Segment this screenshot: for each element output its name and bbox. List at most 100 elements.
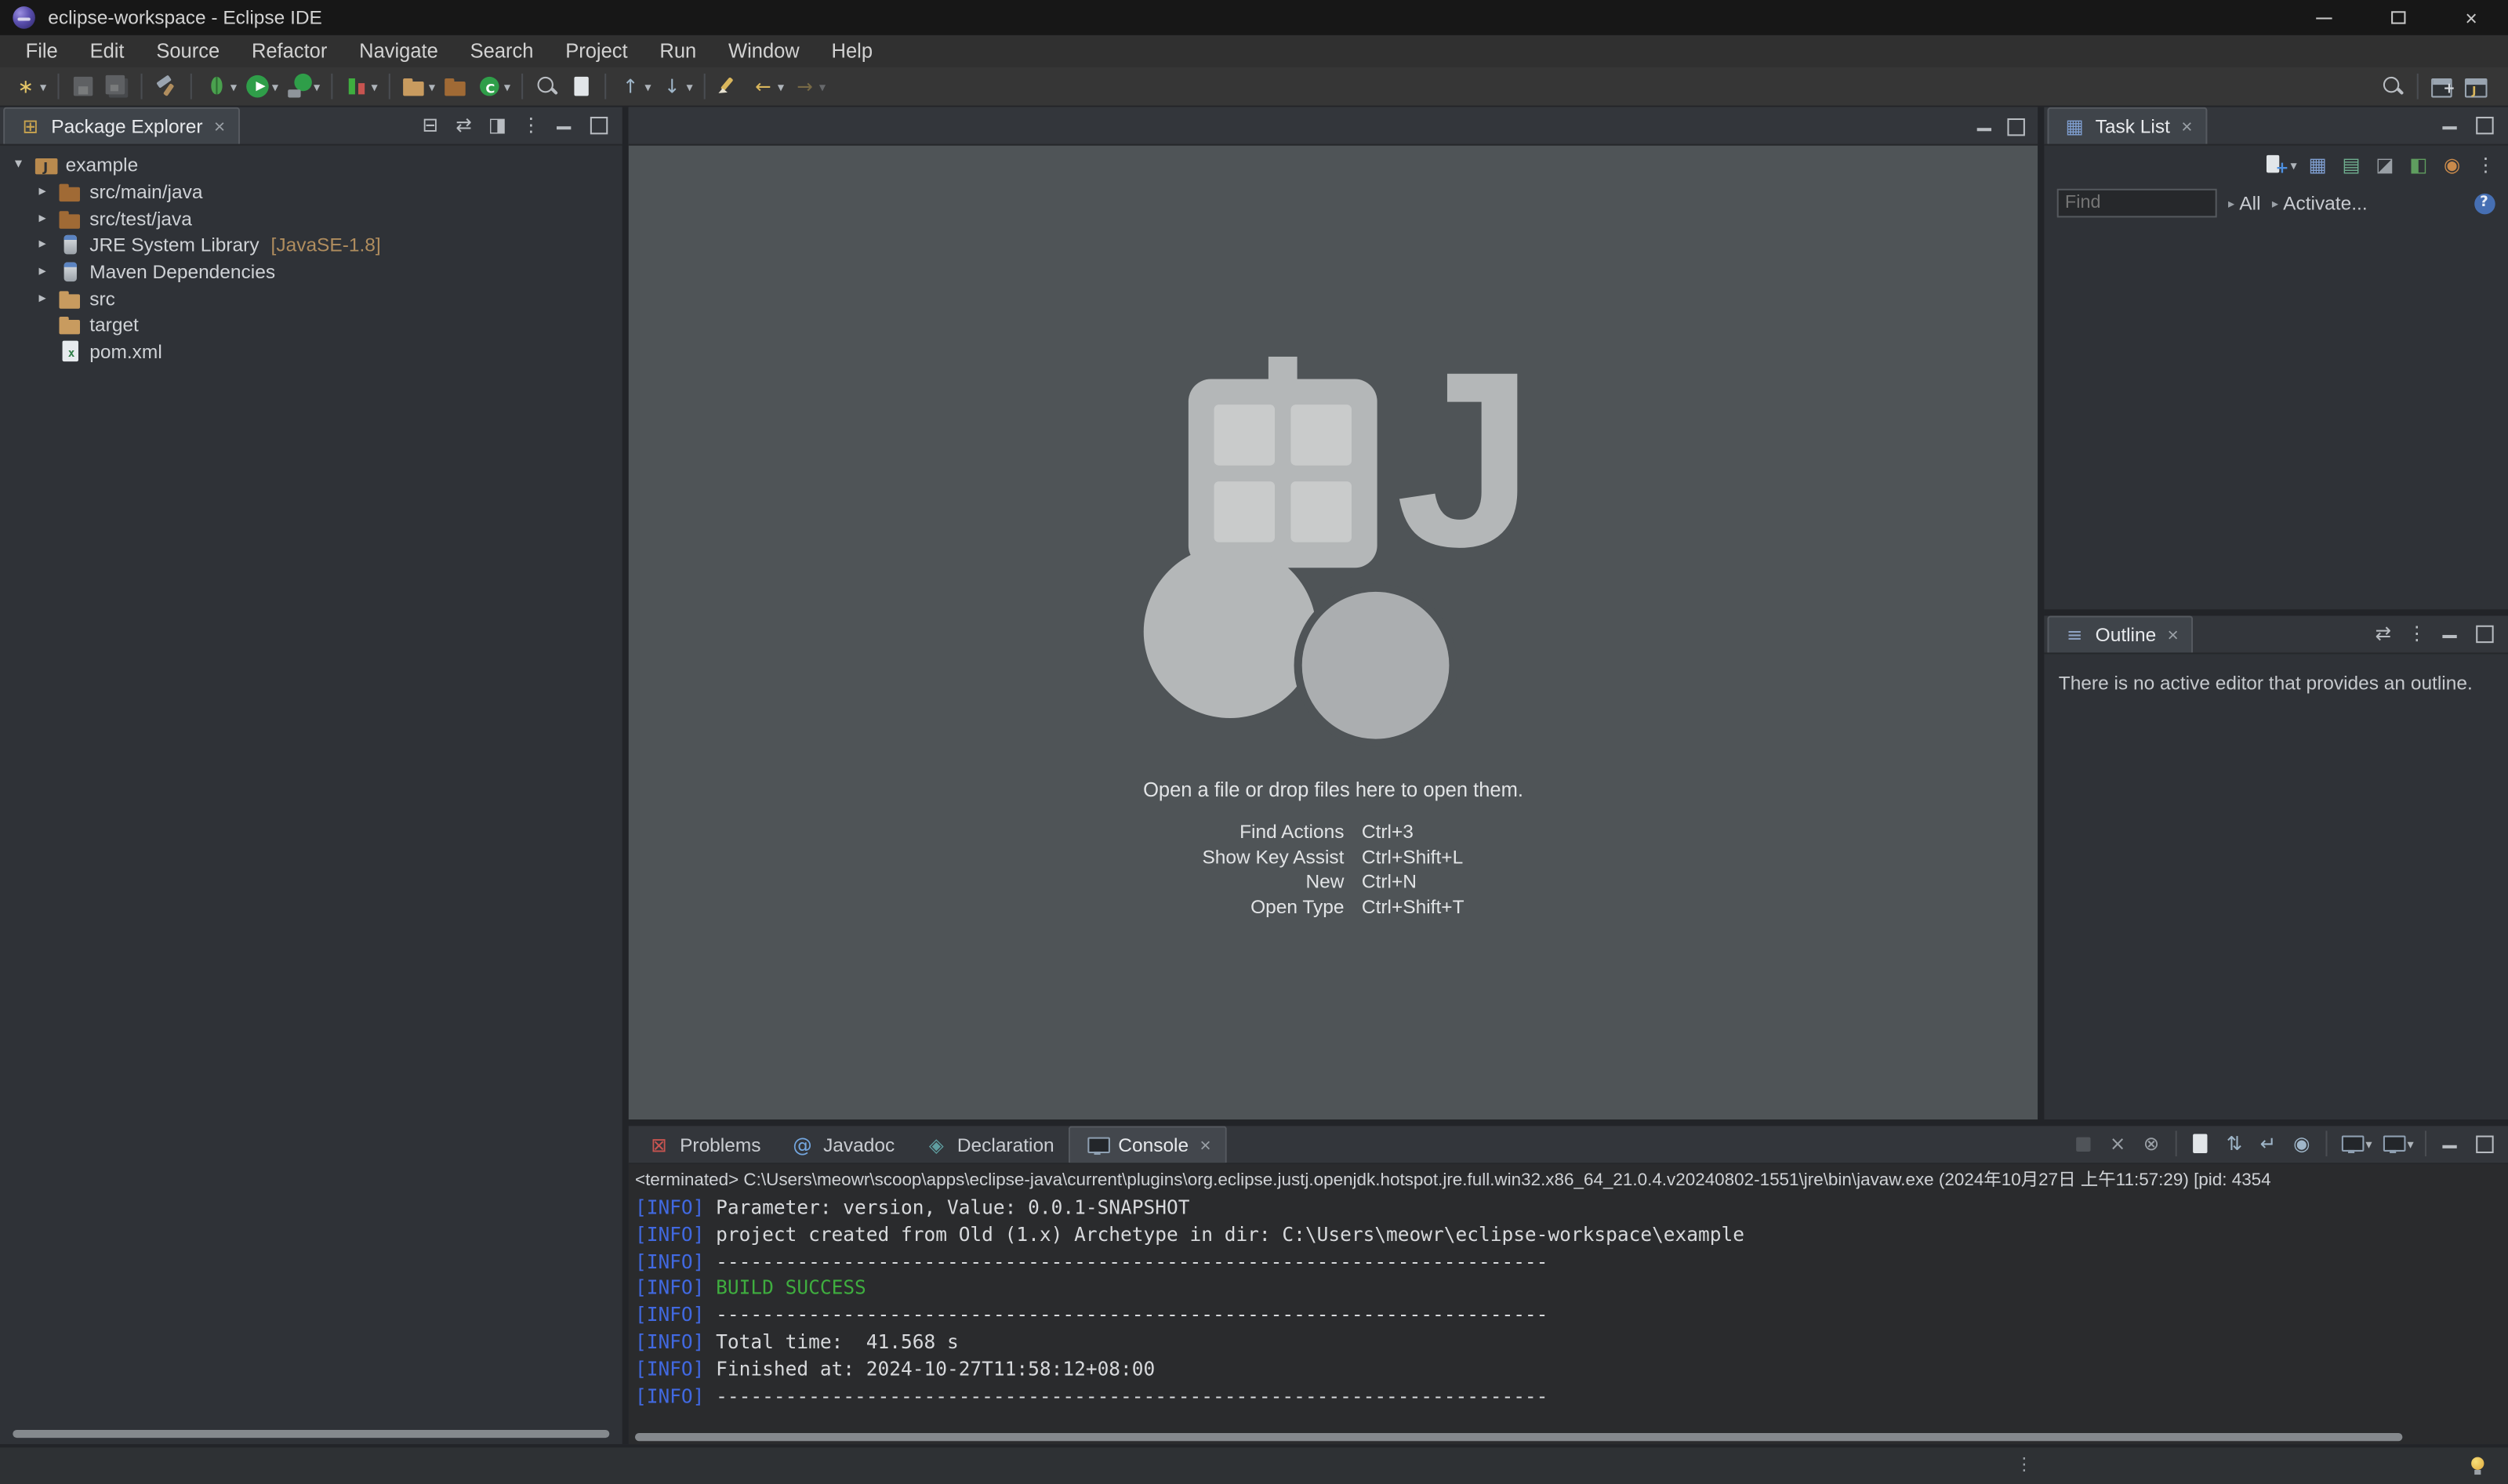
back-dropdown-icon[interactable]: ▾	[778, 79, 784, 93]
new-java-class-dropdown-icon[interactable]: ▾	[504, 79, 510, 93]
drag-handle-icon[interactable]: ⋮	[2016, 1454, 2033, 1475]
tree-item[interactable]: ▸src	[0, 285, 622, 312]
connect-context-button[interactable]: ◉	[2436, 149, 2468, 181]
categorized-button[interactable]: ▦	[2302, 149, 2334, 181]
find-actions-button[interactable]	[2377, 71, 2409, 103]
word-wrap-button[interactable]: ↵	[2252, 1127, 2285, 1159]
menu-help[interactable]: Help	[815, 37, 888, 66]
tree-item[interactable]: target	[0, 312, 622, 339]
horizontal-scrollbar[interactable]	[13, 1430, 609, 1438]
collapse-arrow-icon[interactable]: ▾	[9, 158, 27, 173]
scope-selector[interactable]: ▸ All	[2228, 192, 2261, 215]
external-tools-button[interactable]: ▾	[283, 71, 323, 103]
help-button[interactable]	[2470, 189, 2499, 218]
minimize-view-button[interactable]	[2434, 109, 2466, 141]
debug-dropdown-icon[interactable]: ▾	[230, 79, 237, 93]
new-java-package-button[interactable]	[440, 71, 472, 103]
next-annotation-dropdown-icon[interactable]: ▾	[687, 79, 693, 93]
display-selected-console-dropdown-icon[interactable]: ▾	[2365, 1137, 2372, 1151]
maximize-button[interactable]	[2361, 0, 2434, 35]
console-output[interactable]: <terminated> C:\Users\meowr\scoop\apps\e…	[629, 1164, 2508, 1444]
external-tools-dropdown-icon[interactable]: ▾	[314, 79, 320, 93]
tab-javadoc[interactable]: @Javadoc	[775, 1126, 909, 1163]
tree-item[interactable]: ▾example	[0, 152, 622, 179]
new-java-class-button[interactable]: ▾	[474, 71, 514, 103]
close-button[interactable]: ×	[2434, 0, 2508, 35]
tab-outline[interactable]: ≡ Outline ×	[2047, 615, 2193, 652]
maximize-view-button[interactable]	[2468, 618, 2500, 650]
tab-declaration[interactable]: ◈Declaration	[909, 1126, 1069, 1163]
tab-problems[interactable]: ⊠Problems	[632, 1126, 775, 1163]
minimize-view-button[interactable]	[2434, 1127, 2466, 1159]
find-input[interactable]	[2057, 189, 2217, 218]
close-tab-icon[interactable]: ×	[1200, 1134, 1210, 1157]
collapse-all-button[interactable]: ⊟	[414, 109, 446, 141]
minimize-view-button[interactable]	[549, 109, 581, 141]
remove-all-terminated-button[interactable]: ⊗	[2136, 1127, 2168, 1159]
back-button[interactable]: ←▾	[747, 71, 787, 103]
forward-dropdown-icon[interactable]: ▾	[819, 79, 826, 93]
open-perspective-button[interactable]	[2426, 71, 2459, 103]
new-task-dropdown-icon[interactable]: ▾	[2291, 158, 2297, 172]
remove-launch-button[interactable]: ×	[2102, 1127, 2134, 1159]
editor-drop-area[interactable]: J Open a file or drop files here to open…	[629, 146, 2038, 1119]
expand-arrow-icon[interactable]: ▸	[34, 211, 51, 227]
coverage-button[interactable]: ▾	[341, 71, 381, 103]
maximize-editor-button[interactable]	[2001, 112, 2030, 141]
close-view-icon[interactable]: ×	[2181, 115, 2192, 138]
new-java-project-dropdown-icon[interactable]: ▾	[429, 79, 435, 93]
filters-button[interactable]: ◨	[481, 109, 514, 141]
maximize-view-button[interactable]	[583, 109, 615, 141]
build-all-button[interactable]	[151, 71, 183, 103]
link-with-editor-button[interactable]: ⇄	[2367, 618, 2399, 650]
filter-completed-button[interactable]: ◪	[2369, 149, 2401, 181]
next-annotation-button[interactable]: ↓▾	[656, 71, 696, 103]
menu-edit[interactable]: Edit	[74, 37, 140, 66]
menu-file[interactable]: File	[9, 37, 74, 66]
new-wizard-dropdown-icon[interactable]: ▾	[40, 79, 46, 93]
scroll-lock-button[interactable]: ⇅	[2219, 1127, 2251, 1159]
previous-annotation-dropdown-icon[interactable]: ▾	[644, 79, 651, 93]
debug-button[interactable]: ▾	[200, 71, 240, 103]
maximize-view-button[interactable]	[2468, 1127, 2500, 1159]
link-with-editor-button[interactable]: ⇄	[448, 109, 480, 141]
run-dropdown-icon[interactable]: ▾	[272, 79, 278, 93]
tab-console[interactable]: Console×	[1069, 1126, 1227, 1163]
search-button[interactable]	[532, 71, 564, 103]
open-type-button[interactable]	[564, 71, 597, 103]
horizontal-scrollbar[interactable]	[635, 1433, 2401, 1441]
new-task-button[interactable]: ▾	[2260, 149, 2300, 181]
previous-annotation-button[interactable]: ↑▾	[615, 71, 655, 103]
view-menu-button[interactable]: ⋮	[2401, 618, 2433, 650]
tree-item[interactable]: ▸src/main/java	[0, 179, 622, 205]
minimize-view-button[interactable]	[2434, 618, 2466, 650]
view-menu-button[interactable]: ⋮	[515, 109, 547, 141]
minimize-editor-button[interactable]	[1971, 112, 2000, 141]
run-button[interactable]: ▾	[241, 71, 281, 103]
new-wizard-button[interactable]: ∗▾	[9, 71, 49, 103]
menu-run[interactable]: Run	[644, 37, 713, 66]
minimize-button[interactable]	[2287, 0, 2361, 35]
activate-button[interactable]: ▸ Activate...	[2272, 192, 2368, 215]
view-menu-button[interactable]: ⋮	[2470, 149, 2502, 181]
new-java-project-button[interactable]: ▾	[398, 71, 438, 103]
expand-arrow-icon[interactable]: ▸	[34, 264, 51, 280]
open-console-button[interactable]: ▾	[2377, 1127, 2417, 1159]
menu-navigate[interactable]: Navigate	[343, 37, 454, 66]
menu-window[interactable]: Window	[713, 37, 816, 66]
maximize-view-button[interactable]	[2468, 109, 2500, 141]
open-console-dropdown-icon[interactable]: ▾	[2407, 1137, 2413, 1151]
display-selected-console-button[interactable]: ▾	[2336, 1127, 2376, 1159]
pin-console-button[interactable]: ◉	[2285, 1127, 2317, 1159]
java-perspective-button[interactable]	[2460, 71, 2492, 103]
tree-item[interactable]: ▸JRE System Library [JavaSE-1.8]	[0, 232, 622, 259]
scheduled-button[interactable]: ▤	[2336, 149, 2368, 181]
expand-arrow-icon[interactable]: ▸	[34, 184, 51, 200]
focus-workweek-button[interactable]: ◧	[2402, 149, 2434, 181]
tip-of-the-day-button[interactable]	[2463, 1451, 2492, 1480]
expand-arrow-icon[interactable]: ▸	[34, 291, 51, 307]
tree-item[interactable]: pom.xml	[0, 339, 622, 365]
menu-source[interactable]: Source	[140, 37, 236, 66]
last-edit-location-button[interactable]	[713, 71, 746, 103]
clear-console-button[interactable]	[2185, 1127, 2217, 1159]
